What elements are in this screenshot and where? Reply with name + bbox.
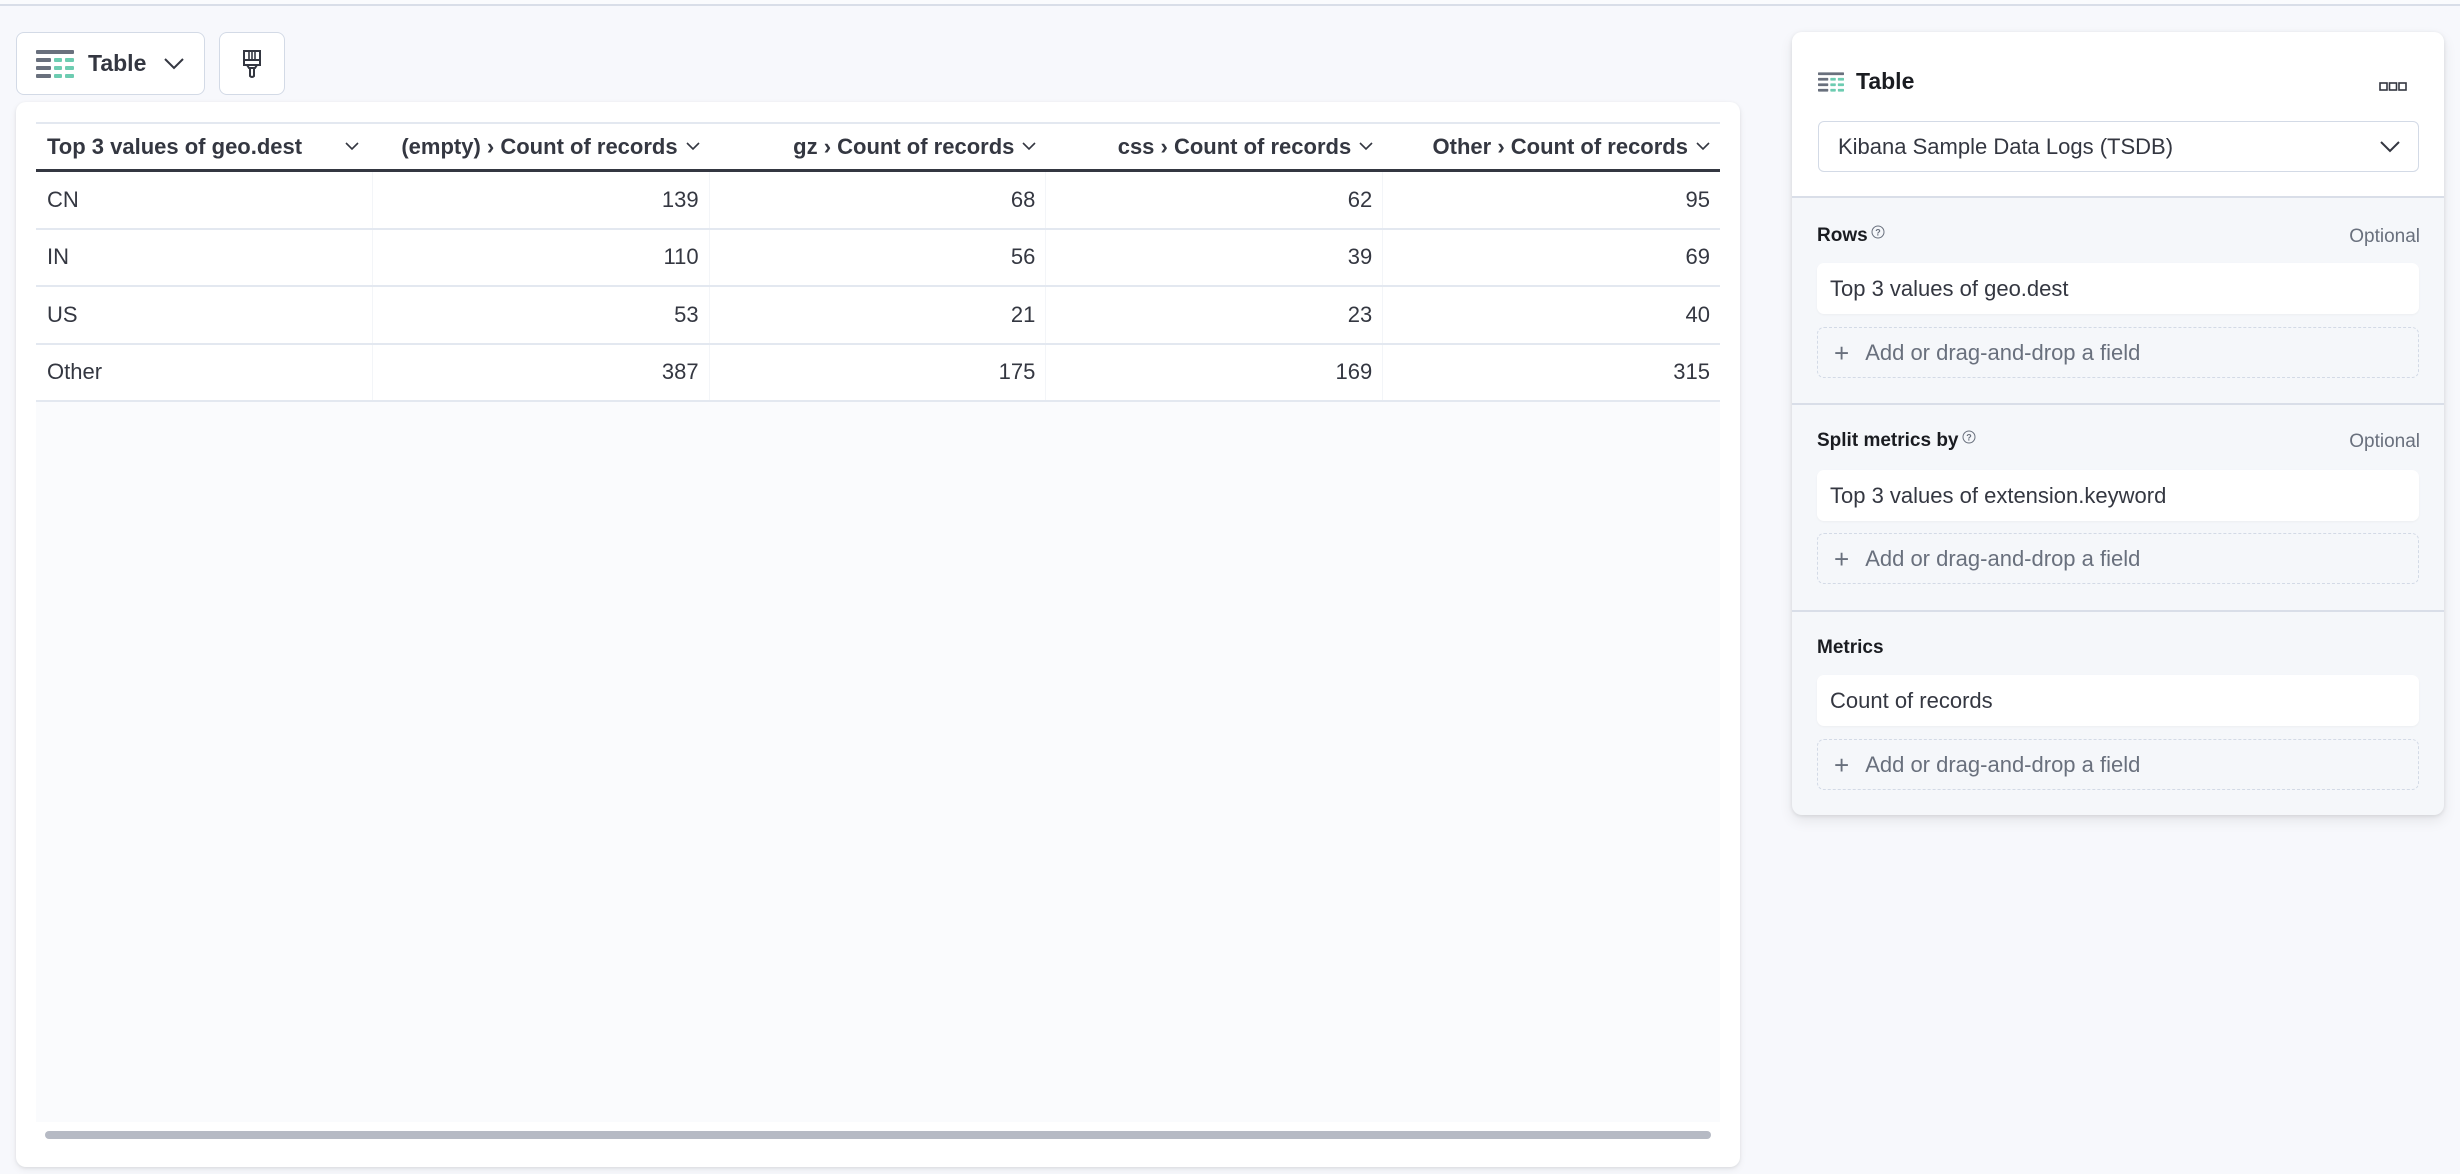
rows-add-field-button[interactable]: + Add or drag-and-drop a field [1817,327,2419,378]
data-table: Top 3 values of geo.dest (empty) › Count… [36,122,1720,402]
visual-options-button[interactable] [219,32,285,95]
add-field-label: Add or drag-and-drop a field [1865,751,2141,777]
table-cell[interactable]: 315 [1383,345,1720,401]
table-cell[interactable]: 40 [1383,287,1720,343]
column-header-label: gz › Count of records [793,133,1015,159]
workspace-panel: Top 3 values of geo.dest (empty) › Count… [16,102,1740,1167]
section-divider [1792,610,2444,612]
chevron-down-icon[interactable] [1359,142,1373,151]
rows-label-text: Rows [1817,225,1868,246]
table-header-row: Top 3 values of geo.dest (empty) › Count… [36,124,1720,172]
table-row: US 53 21 23 40 [36,287,1720,345]
add-field-label: Add or drag-and-drop a field [1865,339,2141,365]
metrics-field[interactable]: Count of records [1817,675,2419,726]
split-section-label: Split metrics by ? [1817,430,1976,452]
chevron-down-icon[interactable] [686,142,700,151]
boxes-horizontal-icon [2379,81,2407,91]
table-cell[interactable]: 169 [1046,344,1384,400]
split-optional-label: Optional [2349,431,2420,452]
table-cell[interactable]: 56 [710,229,1047,285]
table-cell[interactable]: 68 [710,172,1047,228]
top-border [0,0,2460,6]
plus-icon: + [1834,337,1850,368]
table-cell[interactable]: 175 [710,344,1047,400]
metrics-section-label: Metrics [1817,637,1884,659]
table-vis-icon [1818,71,1844,92]
data-view-value: Kibana Sample Data Logs (TSDB) [1838,133,2174,159]
chevron-down-icon[interactable] [1022,142,1036,151]
column-header-label: (empty) › Count of records [401,133,678,159]
chevron-down-icon [164,57,185,70]
split-label-text: Split metrics by [1817,430,1959,451]
section-divider [1792,403,2444,405]
metrics-label-text: Metrics [1817,637,1884,658]
rows-optional-label: Optional [2349,226,2420,247]
layer-config-panel: Table Kibana Sample Data Logs (TSDB) Row… [1792,32,2444,815]
column-header-empty-count[interactable]: (empty) › Count of records [373,124,710,169]
column-header-label: css › Count of records [1117,133,1352,159]
metrics-add-field-button[interactable]: + Add or drag-and-drop a field [1817,739,2419,790]
datatable-area: Top 3 values of geo.dest (empty) › Count… [36,122,1720,1122]
chart-type-label: Table [88,50,147,76]
column-header-geo-dest[interactable]: Top 3 values of geo.dest [36,124,373,169]
column-header-label: Top 3 values of geo.dest [47,133,303,159]
table-row: IN 110 56 39 69 [36,229,1720,287]
column-header-css-count[interactable]: css › Count of records [1046,124,1383,169]
data-view-select[interactable]: Kibana Sample Data Logs (TSDB) [1818,121,2419,172]
help-icon[interactable]: ? [1871,225,1885,239]
table-cell[interactable]: IN [36,229,373,285]
chevron-down-icon [2380,140,2400,153]
brush-icon [242,49,262,78]
table-cell[interactable]: 39 [1046,229,1384,285]
chevron-down-icon[interactable] [1696,142,1710,151]
split-dimension-field[interactable]: Top 3 values of extension.keyword [1817,470,2419,521]
help-icon[interactable]: ? [1962,430,1976,444]
column-header-gz-count[interactable]: gz › Count of records [710,124,1047,169]
add-field-label: Add or drag-and-drop a field [1865,545,2141,571]
table-cell[interactable]: 21 [710,287,1047,343]
table-cell[interactable]: 23 [1046,287,1384,343]
table-cell[interactable]: 387 [373,344,710,400]
table-cell[interactable]: 95 [1383,172,1720,228]
table-cell[interactable]: 69 [1383,230,1720,286]
table-cell[interactable]: 53 [373,287,710,343]
svg-text:?: ? [1966,433,1972,443]
column-header-other-count[interactable]: Other › Count of records [1383,124,1720,169]
table-cell[interactable]: Other [36,344,373,400]
table-cell[interactable]: 110 [373,229,710,285]
table-row: Other 387 175 169 315 [36,344,1720,402]
plus-icon: + [1834,749,1850,780]
table-vis-icon [36,49,74,78]
table-cell[interactable]: 62 [1046,172,1384,228]
chart-type-switcher[interactable]: Table [16,32,205,95]
plus-icon: + [1834,543,1850,574]
table-row: CN 139 68 62 95 [36,172,1720,230]
split-add-field-button[interactable]: + Add or drag-and-drop a field [1817,533,2419,584]
layer-title: Table [1818,68,1914,95]
table-cell[interactable]: CN [36,172,373,228]
layer-header: Table Kibana Sample Data Logs (TSDB) [1792,32,2444,198]
rows-section-label: Rows ? [1817,225,1885,247]
table-cell[interactable]: US [36,287,373,343]
svg-text:?: ? [1875,228,1881,238]
layer-actions-button[interactable] [2378,76,2408,96]
horizontal-scrollbar[interactable] [45,1131,1711,1139]
layer-title-text: Table [1856,68,1915,94]
rows-dimension-field[interactable]: Top 3 values of geo.dest [1817,263,2419,314]
table-cell[interactable]: 139 [373,172,710,228]
column-header-label: Other › Count of records [1432,133,1688,159]
chevron-down-icon[interactable] [345,142,359,151]
